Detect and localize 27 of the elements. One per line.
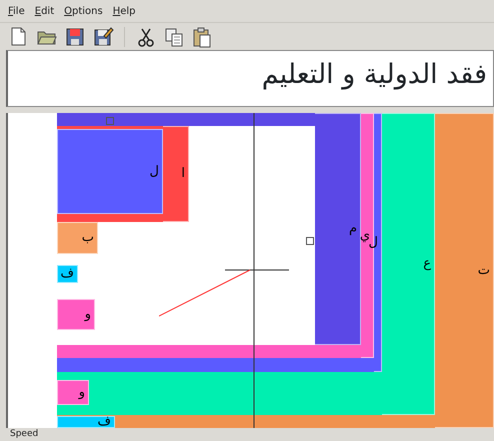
box-letter: ل [150, 164, 160, 178]
box-letter: و [84, 308, 92, 320]
square-marker-icon [106, 117, 114, 125]
box-letter: ف [60, 267, 75, 280]
square-marker-icon [306, 237, 314, 245]
box-letter: ي [360, 228, 370, 242]
toolbar-button[interactable] [191, 26, 213, 48]
toolbar-button[interactable] [92, 26, 114, 48]
toolbar-button[interactable] [64, 26, 86, 48]
floppy-disk-pencil-icon [92, 26, 114, 48]
toolbar-button[interactable] [163, 26, 185, 48]
horizontal-crosshair-line [225, 269, 289, 271]
speed-label: Speed [10, 429, 38, 439]
menu-item[interactable]: Help [112, 4, 136, 18]
clipboard-icon [191, 26, 213, 48]
box-letter: ف [98, 415, 112, 428]
menu-item[interactable]: File [8, 4, 25, 18]
menu-item[interactable]: Options [64, 4, 103, 18]
menu-item[interactable]: Edit [34, 4, 54, 18]
box-letter: ب [82, 231, 95, 244]
box-letter: ع [423, 257, 432, 270]
copy-icon [163, 26, 185, 48]
box-letter: ت [478, 264, 491, 276]
box-letter: و [78, 386, 86, 398]
box-letter: ا [181, 167, 186, 180]
box-letter: م [348, 222, 358, 235]
text-area[interactable]: فقد الدولية و التعليم [6, 50, 494, 107]
